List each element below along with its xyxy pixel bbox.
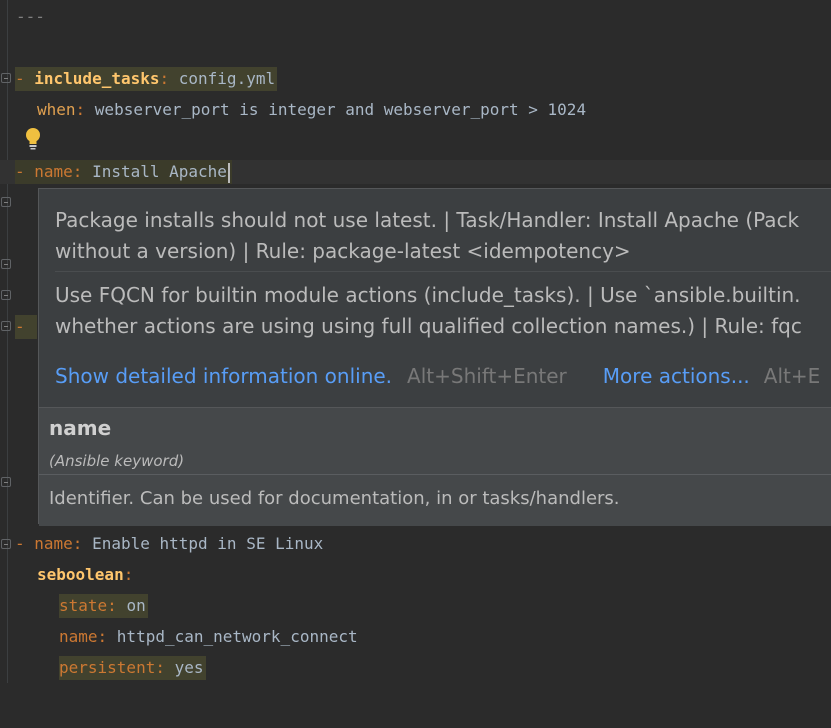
list-dash: - [15,315,37,339]
inspection-message-1: Package installs should not use latest. … [55,208,800,232]
yaml-value: Install Apache [92,162,227,181]
yaml-separator: : [159,69,179,88]
code-line[interactable]: persistent: yes [0,656,831,680]
document-start: --- [16,7,45,26]
task-include: - include_tasks: config.yml [15,67,278,91]
code-line-current[interactable]: - name: Install Apache [0,160,831,184]
divider [39,474,831,475]
yaml-value: on [126,596,146,615]
yaml-separator: : [155,658,175,677]
code-line[interactable]: seboolean: [0,563,831,587]
shortcut-hint: Alt+Shift+Enter [407,364,567,388]
code-line[interactable]: - include_tasks: config.yml [0,67,831,91]
shortcut-hint: Alt+E [763,364,821,388]
code-line[interactable]: name: httpd_can_network_connect [0,625,831,649]
yaml-key: name [59,627,98,646]
yaml-key: when [37,100,76,119]
when-clause: when: webserver_port is integer and webs… [37,98,586,122]
code-line[interactable]: state: on [0,594,831,618]
task-enable-httpd: - name: Enable httpd in SE Linux [15,532,323,556]
yaml-key: name [34,534,73,553]
yaml-value: webserver_port is integer and webserver_… [94,100,587,119]
inspection-popup: Package installs should not use latest. … [38,188,831,526]
doc-body: Identifier. Can be used for documentatio… [49,488,620,509]
yaml-separator: : [72,534,93,553]
param-name: name: httpd_can_network_connect [59,625,358,649]
param-persistent: persistent: yes [59,656,206,680]
list-dash: - [15,162,35,181]
yaml-separator: : [123,565,134,584]
text-caret [227,162,230,183]
param-state: state: on [59,594,148,618]
yaml-value: yes [174,658,204,677]
list-dash: - [15,69,35,88]
yaml-key: persistent [59,658,156,677]
show-detailed-info-link[interactable]: Show detailed information online. [55,364,392,388]
list-dash: - [15,534,35,553]
yaml-separator: : [97,627,117,646]
yaml-value: Enable httpd in SE Linux [92,534,324,553]
divider [55,271,831,272]
yaml-key: state [59,596,108,615]
fold-marker-icon[interactable] [1,290,11,300]
yaml-key: name [34,162,73,181]
task-install-apache: - name: Install Apache [15,160,232,184]
yaml-key: include_tasks [34,69,160,88]
yaml-separator: : [107,596,127,615]
code-line[interactable]: - name: Enable httpd in SE Linux [0,532,831,556]
fold-marker-icon[interactable] [1,259,11,269]
yaml-value: httpd_can_network_connect [116,627,358,646]
yaml-separator: : [75,100,95,119]
doc-subtitle: (Ansible keyword) [49,452,185,470]
doc-title: name [49,416,112,440]
fold-marker-icon[interactable] [1,477,11,487]
code-line[interactable]: when: webserver_port is integer and webs… [0,98,831,122]
popup-actions: Show detailed information online. Alt+Shi… [55,364,820,388]
inspection-message-2-cont: whether actions are using using full qua… [55,314,802,338]
yaml-value: config.yml [178,69,276,88]
documentation-panel: name (Ansible keyword) Identifier. Can b… [39,407,831,526]
inspection-message-1-cont: without a version) | Rule: package-lates… [55,239,631,263]
list-dash-text: - [15,317,25,336]
lightbulb-icon[interactable] [23,126,43,150]
code-line[interactable]: --- [0,5,831,29]
yaml-key: seboolean [37,565,124,584]
module-seboolean: seboolean: [37,563,133,587]
yaml-separator: : [72,162,93,181]
inspection-message-2: Use FQCN for builtin module actions (inc… [55,283,801,307]
more-actions-link[interactable]: More actions... [603,364,750,388]
